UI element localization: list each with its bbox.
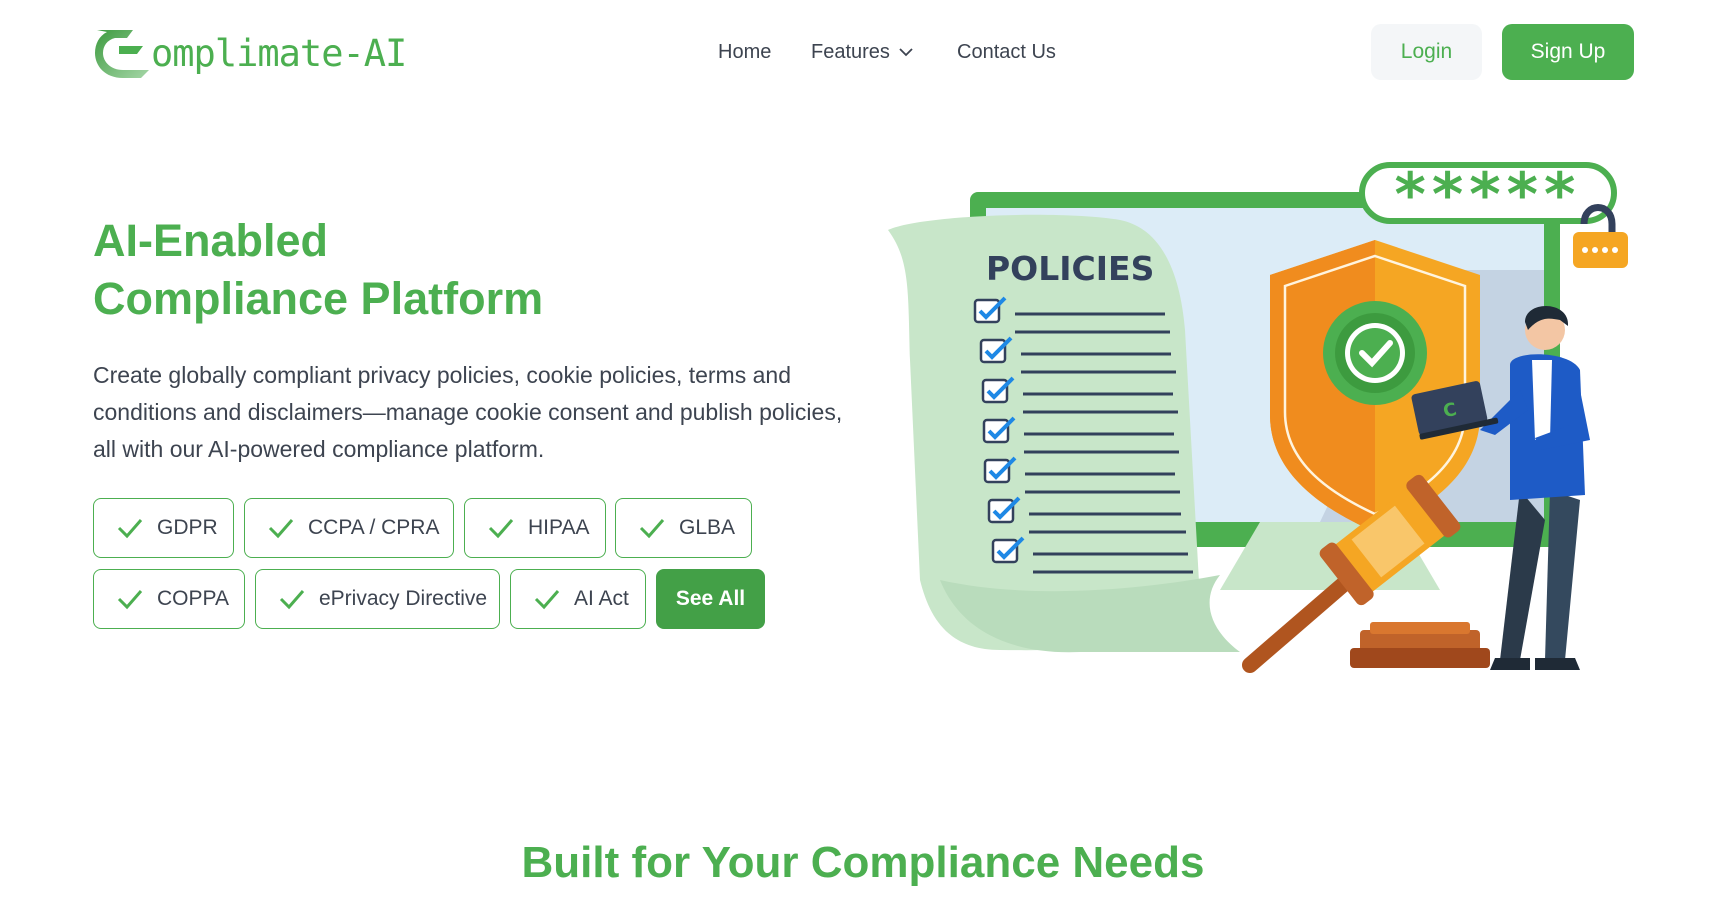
check-icon — [534, 590, 560, 610]
see-all-button[interactable]: See All — [656, 569, 765, 629]
chip-label: CCPA / CPRA — [308, 516, 440, 539]
section-title: Built for Your Compliance Needs — [521, 838, 1205, 887]
chevron-down-icon — [899, 48, 913, 57]
top-navbar: omplimate-AI Home Features Contact Us Lo… — [0, 0, 1726, 104]
chip-coppa[interactable]: COPPA — [93, 569, 245, 629]
chip-ai-act[interactable]: AI Act — [510, 569, 646, 629]
chip-label: COPPA — [157, 587, 229, 610]
check-icon — [117, 590, 143, 610]
chip-label: GDPR — [157, 516, 218, 539]
hero-title-line2: Compliance Platform — [93, 273, 544, 324]
hero-description: Create globally compliant privacy polici… — [93, 362, 843, 462]
check-icon — [279, 590, 305, 610]
chip-hipaa[interactable]: HIPAA — [464, 498, 606, 558]
chip-label: HIPAA — [528, 516, 590, 539]
chip-label: GLBA — [679, 516, 736, 539]
check-icon — [639, 519, 665, 539]
signup-button[interactable]: Sign Up — [1502, 24, 1634, 80]
logo-c-icon — [95, 30, 149, 78]
hero-illustration: ***** POLICIES C — [888, 160, 1628, 673]
nav-features-label: Features — [811, 41, 890, 63]
nav-features[interactable]: Features — [811, 41, 913, 64]
chip-glba[interactable]: GLBA — [615, 498, 752, 558]
password-field: ***** — [1359, 160, 1617, 230]
chip-label: AI Act — [574, 587, 629, 610]
password-mask: ***** — [1395, 160, 1582, 230]
check-icon — [268, 519, 294, 539]
chip-gdpr[interactable]: GDPR — [93, 498, 234, 558]
login-button[interactable]: Login — [1371, 24, 1482, 80]
nav-home[interactable]: Home — [718, 41, 771, 64]
check-icon — [117, 519, 143, 539]
hero-title-line1: AI-Enabled — [93, 215, 329, 266]
check-icon — [488, 519, 514, 539]
chip-ccpa-cpra[interactable]: CCPA / CPRA — [244, 498, 454, 558]
brand-logo[interactable]: omplimate-AI — [93, 24, 407, 80]
brand-name: omplimate-AI — [151, 31, 407, 75]
hero-title: AI-Enabled Compliance Platform — [93, 212, 543, 328]
nav-contact-us[interactable]: Contact Us — [957, 41, 1056, 64]
chip-label: ePrivacy Directive — [319, 587, 488, 610]
document-title: POLICIES — [986, 249, 1154, 288]
chip-eprivacy-directive[interactable]: ePrivacy Directive — [255, 569, 500, 629]
